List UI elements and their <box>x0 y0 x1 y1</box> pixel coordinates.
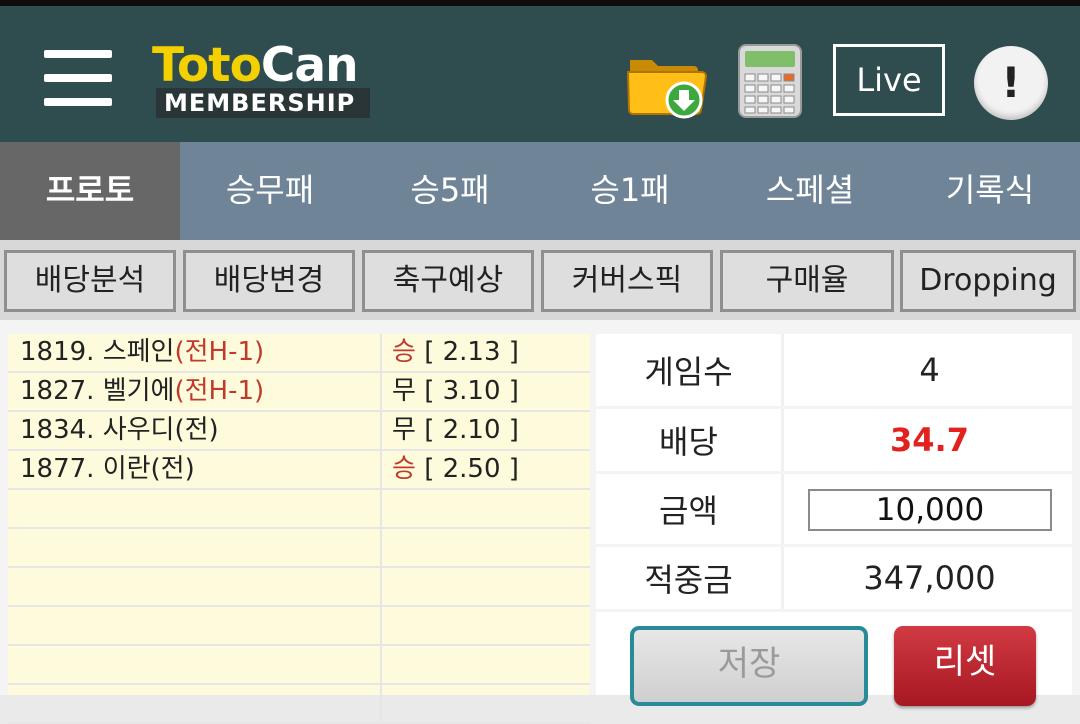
empty-bet-row[interactable] <box>8 529 590 568</box>
main-tabs: 프로토 승무패 승5패 승1패 스페셜 기록식 <box>0 142 1080 240</box>
bet-game: 1877. 이란(전) <box>8 451 382 488</box>
empty-bet-row[interactable] <box>8 490 590 529</box>
bet-slip-list: 1819. 스페인(전H-1) 승 [ 2.13 ] 1827. 벨기에(전H-… <box>8 334 590 724</box>
bet-odds: [ 2.10 ] <box>424 415 519 445</box>
totocan-logo[interactable]: TotoCan MEMBERSHIP <box>152 40 374 120</box>
payout-value: 347,000 <box>863 559 996 597</box>
amount-row: 금액 10,000 <box>596 474 1072 544</box>
subtab-purchase-rate[interactable]: 구매율 <box>720 250 894 312</box>
bet-game <box>8 568 382 605</box>
bet-game-name: 1834. 사우디(전) <box>20 415 219 445</box>
tab-special[interactable]: 스페셜 <box>720 142 900 240</box>
bet-pick: 승 [ 2.13 ] <box>392 334 519 371</box>
bet-odds: [ 3.10 ] <box>424 376 519 406</box>
bet-row[interactable]: 1877. 이란(전) 승 [ 2.50 ] <box>8 451 590 490</box>
total-odds-label: 배당 <box>596 409 784 471</box>
bet-game: 1834. 사우디(전) <box>8 412 382 449</box>
bet-pick-result: 무 <box>392 415 416 445</box>
calculator-icon[interactable] <box>738 44 802 118</box>
payout-row: 적중금 347,000 <box>596 547 1072 609</box>
tab-win1-lose[interactable]: 승1패 <box>540 142 720 240</box>
games-count-row: 게임수 4 <box>596 334 1072 406</box>
sub-tabs: 배당분석 배당변경 축구예상 커버스픽 구매율 Dropping <box>0 240 1080 320</box>
bet-game: 1827. 벨기에(전H-1) <box>8 373 382 410</box>
bet-game-name: 1819. 스페인 <box>20 337 175 367</box>
bet-pick-result: 무 <box>392 376 416 406</box>
logo-subtitle: MEMBERSHIP <box>156 88 370 118</box>
bet-game <box>8 607 382 644</box>
subtab-odds-analysis[interactable]: 배당분석 <box>4 250 176 312</box>
empty-bet-row[interactable] <box>8 646 590 685</box>
bet-pick: 무 [ 3.10 ] <box>392 373 519 410</box>
tab-proto[interactable]: 프로토 <box>0 142 180 240</box>
total-odds-row: 배당 34.7 <box>596 409 1072 471</box>
subtab-odds-change[interactable]: 배당변경 <box>183 250 355 312</box>
menu-icon[interactable] <box>44 50 112 106</box>
main-content: 1819. 스페인(전H-1) 승 [ 2.13 ] 1827. 벨기에(전H-… <box>0 320 1080 724</box>
bet-row[interactable]: 1834. 사우디(전) 무 [ 2.10 ] <box>8 412 590 451</box>
empty-bet-row[interactable] <box>8 607 590 646</box>
download-folder-icon[interactable] <box>626 46 708 120</box>
bet-game-name: 1877. 이란(전) <box>20 454 195 484</box>
logo-title-part2: Can <box>260 38 359 93</box>
reset-button[interactable]: 리셋 <box>894 626 1036 706</box>
save-button[interactable]: 저장 <box>630 626 868 706</box>
bet-game: 1819. 스페인(전H-1) <box>8 334 382 371</box>
bet-handicap: (전H-1) <box>174 337 265 367</box>
logo-title-part1: Toto <box>152 38 262 93</box>
bet-row[interactable]: 1819. 스페인(전H-1) 승 [ 2.13 ] <box>8 334 590 373</box>
bet-odds: [ 2.50 ] <box>424 454 519 484</box>
games-count-label: 게임수 <box>596 334 784 406</box>
bet-summary: 게임수 4 배당 34.7 금액 10,000 적중금 347,000 저장 리… <box>596 334 1072 706</box>
bet-pick: 승 [ 2.50 ] <box>392 451 519 488</box>
games-count-value: 4 <box>919 351 940 389</box>
amount-label: 금액 <box>596 474 784 544</box>
subtab-cover-pick[interactable]: 커버스픽 <box>541 250 713 312</box>
total-odds-value: 34.7 <box>890 421 969 459</box>
bet-handicap: (전H-1) <box>174 376 265 406</box>
subtab-football-prediction[interactable]: 축구예상 <box>362 250 534 312</box>
empty-bet-row[interactable] <box>8 685 590 724</box>
tab-win-draw-lose[interactable]: 승무패 <box>180 142 360 240</box>
info-icon[interactable]: ! <box>974 46 1048 120</box>
bet-game-name: 1827. 벨기에 <box>20 376 175 406</box>
action-row: 저장 리셋 <box>596 612 1072 706</box>
bet-odds: [ 2.13 ] <box>424 337 519 367</box>
live-button[interactable]: Live <box>833 44 945 116</box>
bet-game <box>8 646 382 683</box>
subtab-dropping[interactable]: Dropping <box>900 250 1076 312</box>
bet-pick-result: 승 <box>392 337 416 367</box>
bet-game <box>8 490 382 527</box>
payout-label: 적중금 <box>596 547 784 609</box>
tab-record[interactable]: 기록식 <box>900 142 1080 240</box>
amount-input[interactable]: 10,000 <box>808 489 1052 531</box>
bet-pick-result: 승 <box>392 454 416 484</box>
logo-title: TotoCan <box>152 38 359 93</box>
app-header: TotoCan MEMBERSHIP Live ! <box>0 6 1080 142</box>
empty-bet-row[interactable] <box>8 568 590 607</box>
bet-pick: 무 [ 2.10 ] <box>392 412 519 449</box>
tab-win5-lose[interactable]: 승5패 <box>360 142 540 240</box>
bet-game <box>8 529 382 566</box>
bet-game <box>8 685 382 722</box>
bet-row[interactable]: 1827. 벨기에(전H-1) 무 [ 3.10 ] <box>8 373 590 412</box>
